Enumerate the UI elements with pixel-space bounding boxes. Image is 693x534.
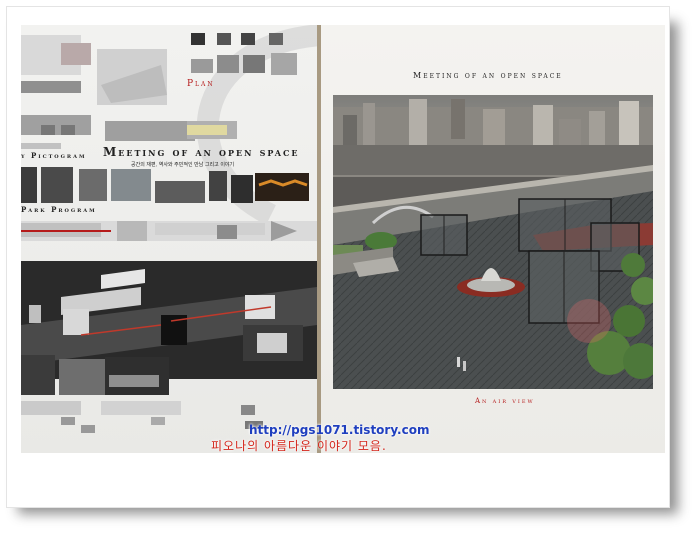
photo-frame: Meeting of an open space 공간의 재편, 역사와 주민적… (6, 6, 670, 508)
aerial-rendering-art (333, 95, 653, 389)
plan-label: Plan (187, 79, 215, 89)
exhibition-photo: Meeting of an open space 공간의 재편, 역사와 주민적… (21, 25, 665, 453)
aerial-rendering (333, 95, 653, 389)
air-view-caption-text: An air view (475, 397, 535, 405)
left-board-title: Meeting of an open space (103, 145, 300, 159)
left-poster-board: Meeting of an open space 공간의 재편, 역사와 주민적… (21, 25, 317, 453)
watermark-text: 피오나의 아름다운 이야기 모음. (211, 439, 387, 453)
park-program-label: Park Program (21, 205, 97, 214)
pictogram-label: y Pictogram (21, 151, 87, 160)
left-board-drawings (21, 25, 317, 433)
air-view-caption: An air view (475, 397, 535, 405)
left-board-subtitle: 공간의 재편, 역사와 주민적인 만남 그리고 이야기 (131, 162, 235, 168)
right-poster-board: Meeting of an open space An air view (321, 25, 665, 453)
right-board-title: Meeting of an open space (413, 71, 563, 80)
watermark-url: http://pgs1071.tistory.com (249, 423, 430, 437)
